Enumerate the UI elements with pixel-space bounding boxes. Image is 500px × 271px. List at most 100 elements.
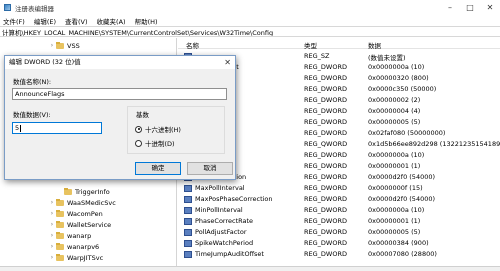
tree-item-label: wanarp — [67, 231, 92, 240]
window-title: 注册表编辑器 — [15, 4, 54, 13]
chevron-right-icon[interactable]: › — [48, 210, 56, 217]
minimize-button[interactable]: – — [440, 0, 460, 15]
tree-item[interactable]: › VSS — [48, 40, 80, 51]
radio-decimal[interactable]: 十进制(D) — [135, 138, 175, 148]
value-type: REG_DWORD — [304, 173, 347, 181]
reg-value-icon — [184, 218, 192, 225]
table-row[interactable]: PollAdjustFactor REG_DWORD 0x00000005 (5) — [178, 227, 500, 238]
chevron-right-icon[interactable]: › — [48, 254, 56, 261]
value-type: REG_DWORD — [304, 239, 347, 247]
value-data: 0x0000d2f0 (54000) — [368, 195, 436, 203]
menu-favorites[interactable]: 收藏夹(A) — [97, 16, 126, 26]
value-data: 0x00000004 (4) — [368, 107, 421, 115]
table-row[interactable]: MaxPollInterval REG_DWORD 0x0000000f (15) — [178, 183, 500, 194]
chevron-right-icon[interactable]: › — [48, 42, 56, 49]
value-data: 0x0000000a (10) — [368, 63, 425, 71]
menu-view[interactable]: 查看(V) — [65, 16, 88, 26]
folder-icon — [56, 253, 64, 261]
value-data: 0x0000000f (15) — [368, 184, 423, 192]
reg-value-icon — [184, 251, 192, 258]
address-bar[interactable]: 计算机\HKEY_LOCAL_MACHINE\SYSTEM\CurrentCon… — [0, 26, 500, 37]
value-data: 0x00000002 (2) — [368, 96, 421, 104]
tree-item-label: WarpJITSvc — [67, 253, 104, 262]
value-name: MaxPosPhaseCorrection — [195, 195, 273, 203]
value-type: REG_DWORD — [304, 85, 347, 93]
value-type: REG_DWORD — [304, 74, 347, 82]
value-data: 0x1d5b66ee892d298 (13221235154189 — [368, 140, 500, 148]
reg-value-icon — [184, 240, 192, 247]
radio-dec-label: 十进制(D) — [145, 140, 175, 148]
tree-item-label: WacomPen — [67, 209, 103, 218]
tree-item-label: WalletService — [67, 220, 112, 229]
text-caret — [20, 124, 22, 132]
cancel-button[interactable]: 取消 — [187, 162, 233, 175]
value-data: 0x0000c350 (50000) — [368, 85, 437, 93]
dialog-title-text: 编辑 DWORD (32 位)值 — [9, 58, 81, 66]
value-type: REG_DWORD — [304, 129, 347, 137]
value-type: REG_DWORD — [304, 162, 347, 170]
chevron-right-icon[interactable]: › — [48, 221, 56, 228]
column-header-data[interactable]: 数据 — [368, 40, 381, 50]
value-type: REG_DWORD — [304, 107, 347, 115]
table-row[interactable]: SpikeWatchPeriod REG_DWORD 0x00000384 (900… — [178, 238, 500, 249]
tree-item[interactable]: › wanarp — [48, 230, 91, 241]
column-header-name[interactable]: 名称 — [186, 40, 199, 50]
value-type: REG_DWORD — [304, 151, 347, 159]
column-header-type[interactable]: 类型 — [304, 40, 317, 50]
menu-bar: 文件(F) 编辑(E) 查看(V) 收藏夹(A) 帮助(H) — [0, 15, 500, 26]
chevron-right-icon[interactable]: › — [48, 199, 56, 206]
value-data: 0x00007080 (28800) — [368, 250, 437, 258]
value-name-field[interactable]: AnnounceFlags — [12, 88, 227, 100]
dialog-close-button[interactable]: ✕ — [224, 57, 231, 68]
value-data: 0x00000001 (1) — [368, 162, 421, 170]
dialog-title: 编辑 DWORD (32 位)值 ✕ — [5, 56, 235, 69]
tree-item[interactable]: › wanarpv6 — [48, 241, 99, 252]
tree-item-label: wanarpv6 — [67, 242, 100, 251]
tree-item[interactable]: › WarpJITSvc — [48, 252, 103, 263]
radio-hex-label: 十六进制(H) — [145, 126, 181, 134]
reg-value-icon — [184, 196, 192, 203]
value-data: 0x00000005 (5) — [368, 118, 421, 126]
radio-hexadecimal[interactable]: 十六进制(H) — [135, 124, 181, 134]
radio-unselected-icon — [135, 139, 142, 147]
table-row[interactable]: PhaseCorrectRate REG_DWORD 0x00000001 (1) — [178, 216, 500, 227]
chevron-right-icon[interactable]: › — [48, 243, 56, 250]
folder-icon — [56, 220, 64, 228]
folder-icon — [56, 242, 64, 250]
value-name: MinPollInterval — [195, 206, 243, 214]
value-type: REG_DWORD — [304, 250, 347, 258]
value-type: REG_DWORD — [304, 228, 347, 236]
value-name: TimeJumpAuditOffset — [195, 250, 264, 258]
value-type: REG_DWORD — [304, 96, 347, 104]
value-type: REG_DWORD — [304, 63, 347, 71]
table-row[interactable]: TimeJumpAuditOffset REG_DWORD 0x00007080 (… — [178, 249, 500, 260]
tree-item[interactable]: TriggerInfo — [56, 186, 110, 197]
tree-item[interactable]: › WalletService — [48, 219, 111, 230]
folder-icon — [56, 231, 64, 239]
value-name-label: 数值名称(N): — [13, 78, 52, 86]
close-window-button[interactable]: ✕ — [480, 0, 500, 15]
menu-edit[interactable]: 编辑(E) — [34, 16, 56, 26]
value-data: 0x00000005 (5) — [368, 228, 421, 236]
address-path: 计算机\HKEY_LOCAL_MACHINE\SYSTEM\CurrentCon… — [2, 28, 274, 37]
menu-file[interactable]: 文件(F) — [3, 16, 25, 26]
value-type: REG_DWORD — [304, 184, 347, 192]
value-type: REG_DWORD — [304, 118, 347, 126]
tree-item-label: WaaSMedicSvc — [67, 198, 116, 207]
value-type: REG_SZ — [304, 52, 330, 60]
tree-item[interactable]: › WacomPen — [48, 208, 103, 219]
chevron-right-icon[interactable]: › — [48, 232, 56, 239]
value-type: REG_DWORD — [304, 206, 347, 214]
value-data-field[interactable]: 5 — [12, 122, 102, 134]
reg-value-icon — [184, 207, 192, 214]
tree-item[interactable]: › WaaSMedicSvc — [48, 197, 116, 208]
table-row[interactable]: MinPollInterval REG_DWORD 0x0000000a (10) — [178, 205, 500, 216]
value-name: PhaseCorrectRate — [195, 217, 254, 225]
folder-icon — [56, 198, 64, 206]
table-row[interactable]: MaxPosPhaseCorrection REG_DWORD 0x0000d2f0… — [178, 194, 500, 205]
reg-value-icon — [184, 185, 192, 192]
menu-help[interactable]: 帮助(H) — [135, 16, 158, 26]
value-data: 0x0000d2f0 (54000) — [368, 173, 436, 181]
maximize-button[interactable]: □ — [460, 0, 480, 15]
ok-button[interactable]: 确定 — [135, 162, 181, 175]
